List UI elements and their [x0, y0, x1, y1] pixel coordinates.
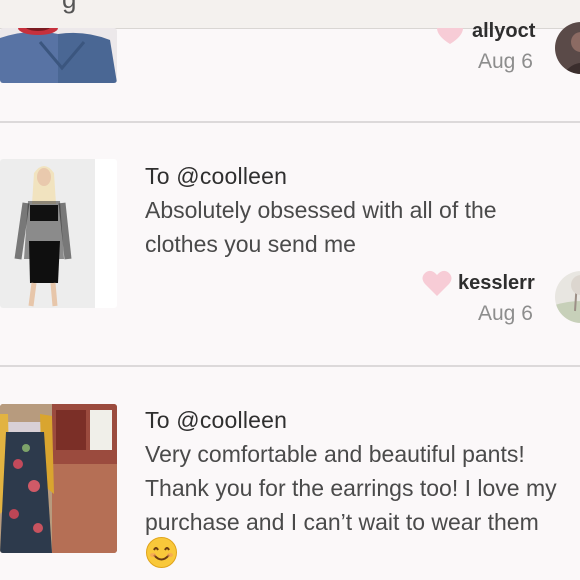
- review-recipient[interactable]: To @coolleen: [145, 163, 287, 190]
- avatar[interactable]: [555, 271, 580, 323]
- page-title-fragment: g: [62, 0, 76, 15]
- review-message: Very comfortable and beautiful pants! Th…: [145, 437, 557, 539]
- listing-thumbnail[interactable]: [0, 404, 117, 553]
- review-date: Aug 6: [478, 50, 533, 73]
- divider: [0, 365, 580, 367]
- review-message-line: Absolutely obsessed with all of the: [145, 197, 497, 223]
- heart-icon[interactable]: [435, 28, 465, 44]
- review-username[interactable]: kesslerr: [458, 272, 535, 295]
- listing-thumbnail[interactable]: [0, 28, 117, 83]
- divider: [0, 121, 580, 123]
- smiling-face-emoji: [146, 537, 177, 568]
- review-message-line: Thank you for the earrings too! I love m…: [145, 475, 557, 501]
- review-date: Aug 6: [478, 302, 533, 325]
- heart-icon[interactable]: [422, 270, 452, 296]
- review-message-line: Very comfortable and beautiful pants!: [145, 441, 525, 467]
- review-message-line: clothes you send me: [145, 231, 356, 257]
- avatar[interactable]: [555, 22, 580, 74]
- review-message: Absolutely obsessed with all of the clot…: [145, 193, 497, 261]
- review-message-line: purchase and I can’t wait to wear them: [145, 509, 539, 535]
- review-recipient[interactable]: To @coolleen: [145, 407, 287, 434]
- review-username[interactable]: allyoct: [472, 20, 535, 43]
- listing-thumbnail[interactable]: [0, 159, 117, 308]
